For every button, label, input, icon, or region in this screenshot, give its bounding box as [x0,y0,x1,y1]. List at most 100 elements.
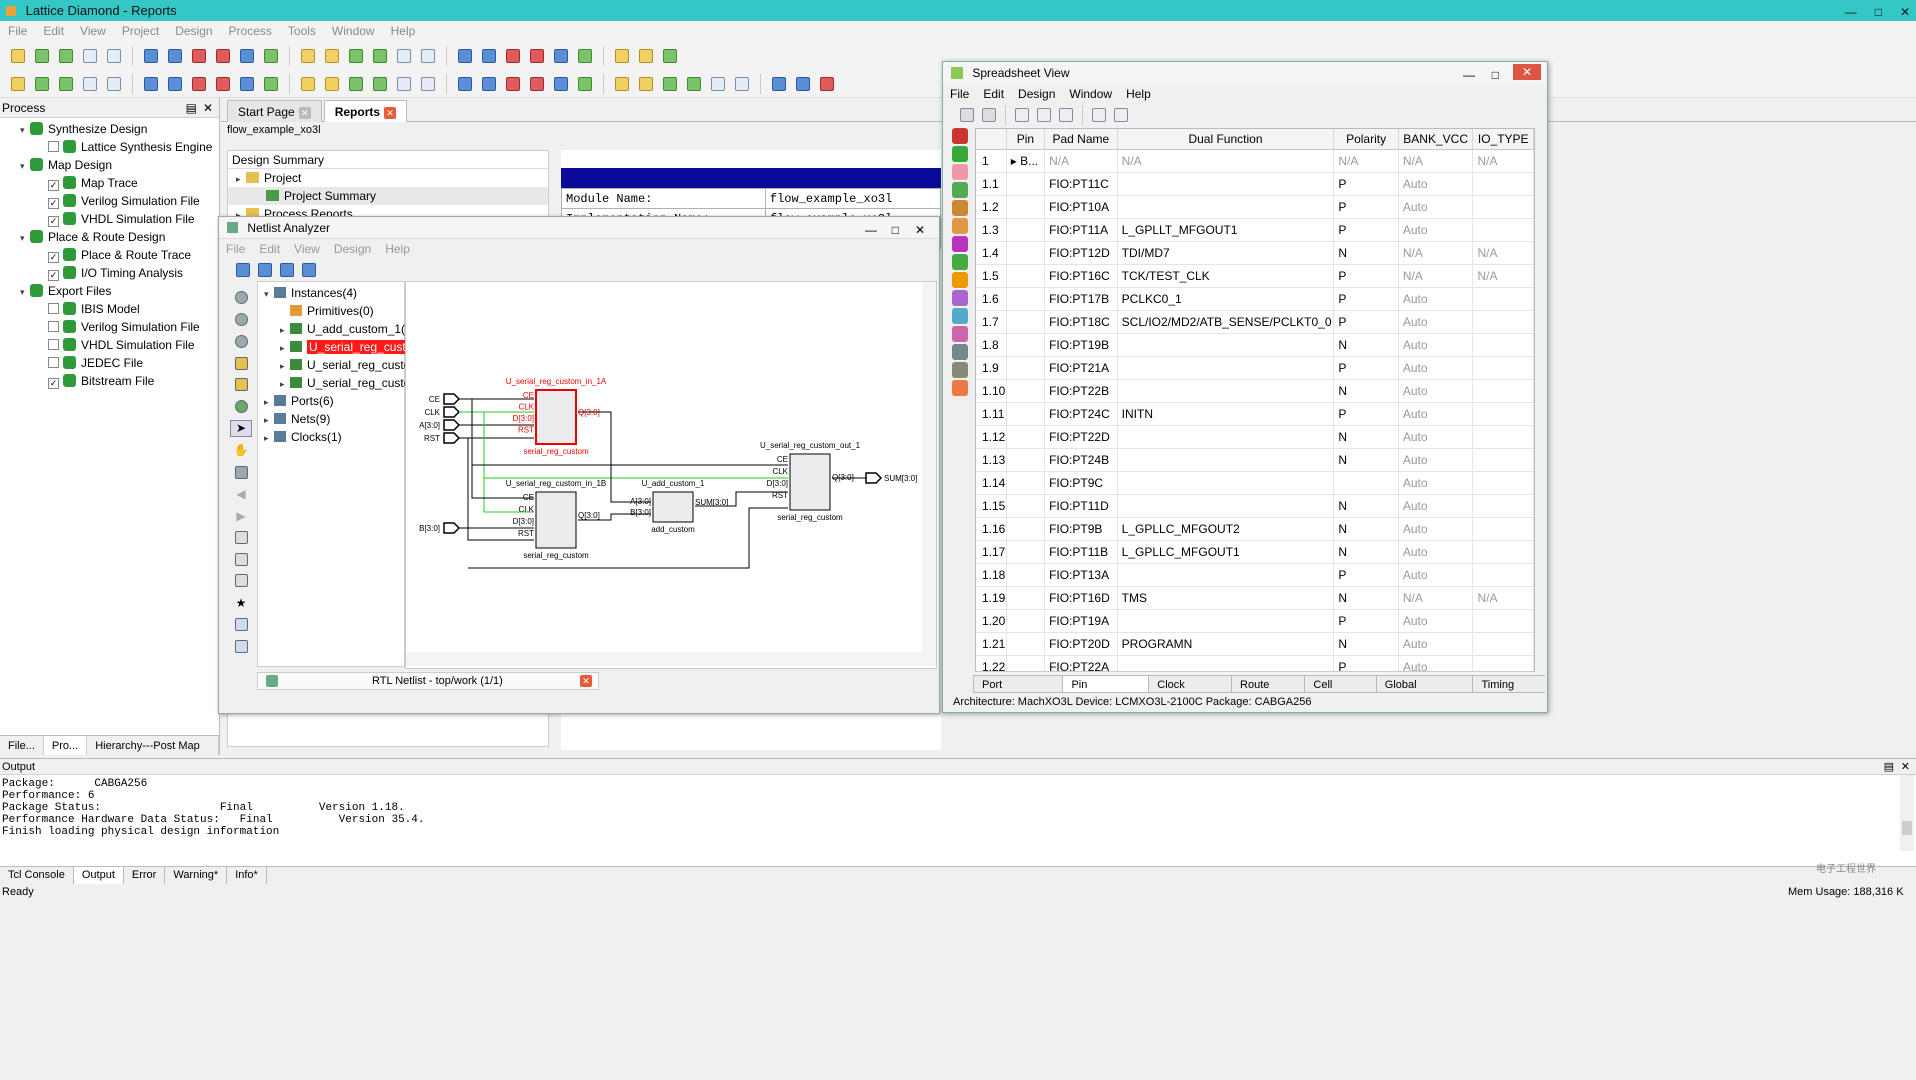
column-header[interactable]: IO_TYPE [1472,129,1534,150]
expand-arrow-icon[interactable]: ▸ [280,339,290,357]
row2-tool-icon[interactable] [165,74,185,94]
save-icon[interactable] [957,105,977,125]
sheet-tab[interactable]: Timing Prefer [1472,675,1545,693]
table-cell[interactable] [1472,425,1534,449]
close-icon[interactable]: ✕ [1901,759,1910,775]
column-header[interactable]: Pad Name [1044,129,1118,150]
schematic-block[interactable] [789,453,831,511]
table-cell[interactable]: N/A [1398,264,1474,288]
table-cell[interactable]: Auto [1398,402,1474,426]
output-scrollbar[interactable] [1900,775,1914,851]
table-cell[interactable] [1006,563,1046,587]
row2-tool-icon[interactable] [612,74,632,94]
row1-tool-icon[interactable] [455,46,475,66]
view-icon[interactable] [952,200,968,216]
tool-icon[interactable] [230,550,252,568]
table-cell[interactable]: Auto [1398,609,1474,633]
table-cell[interactable]: Auto [1398,310,1474,334]
table-cell[interactable]: N/A [1472,149,1534,173]
table-row[interactable]: 1.8 FIO:PT19B N Auto [976,333,1534,357]
table-cell[interactable]: 1.9 [976,356,1007,380]
panel-tab[interactable]: Hierarchy---Post Map Resou... [87,736,219,772]
spreadsheet-menu-help[interactable]: Help [1119,84,1158,104]
row2-tool-icon[interactable] [141,74,161,94]
table-cell[interactable] [1117,494,1335,518]
row1-tool-icon[interactable] [237,46,257,66]
row2-tool-icon[interactable] [213,74,233,94]
netlist-tree-item[interactable]: ▸ Nets(9) [258,410,404,428]
table-cell[interactable]: 1.18 [976,563,1007,587]
row1-tool-icon[interactable] [32,46,52,66]
menu-view[interactable]: View [72,21,114,42]
table-row[interactable]: 1.17 FIO:PT11B L_GPLLC_MFGOUT1 N Auto [976,540,1534,564]
netlist-menu-view[interactable]: View [287,239,327,259]
table-cell[interactable] [1472,379,1534,403]
table-row[interactable]: 1.2 FIO:PT10A P Auto [976,195,1534,219]
copy-icon[interactable] [1034,105,1054,125]
process-item[interactable]: Verilog Simulation File [0,318,219,336]
expand-arrow-icon[interactable]: ▾ [264,285,274,303]
row2-tool-icon[interactable] [32,74,52,94]
output-tab[interactable]: Output [73,867,124,884]
close-icon[interactable]: ✕ [203,98,213,118]
view-icon[interactable] [952,290,968,306]
table-cell[interactable] [1472,471,1534,495]
view-icon[interactable] [952,146,968,162]
sheet-tab[interactable]: Route Priority [1231,675,1306,693]
expand-arrow-icon[interactable]: ▸ [264,411,274,429]
table-cell[interactable]: L_GPLLC_MFGOUT2 [1117,517,1335,541]
tool-icon[interactable] [230,463,252,481]
table-cell[interactable]: N/A [1117,149,1335,173]
expand-arrow-icon[interactable]: ▸ [280,321,290,339]
column-header[interactable]: BANK_VCC [1398,129,1474,150]
row2-tool-icon[interactable] [732,74,752,94]
view-icon[interactable] [952,218,968,234]
netlist-tree-item[interactable]: Primitives(0) [258,302,404,320]
row2-tool-icon[interactable] [370,74,390,94]
table-cell[interactable]: FIO:PT24C [1044,402,1118,426]
schematic-canvas[interactable]: CE CLK A[3:0] RST B[3:0] U_serial_reg_custom_… [405,281,937,669]
row1-tool-icon[interactable] [213,46,233,66]
table-cell[interactable]: ▸ B... [1006,149,1046,173]
minimize-button[interactable]: — [1845,2,1857,23]
spreadsheet-menu-design[interactable]: Design [1011,84,1062,104]
table-cell[interactable]: N [1333,448,1399,472]
table-row[interactable]: 1.1 FIO:PT11C P Auto [976,172,1534,196]
panel-tab[interactable]: Pro... [43,736,88,755]
view-icon[interactable] [952,128,968,144]
maximize-button[interactable]: □ [892,219,899,241]
checkbox[interactable]: ✓ [48,252,59,263]
table-row[interactable]: 1.20 FIO:PT19A P Auto [976,609,1534,633]
schematic-vscroll[interactable] [922,282,936,652]
table-cell[interactable]: N [1333,540,1399,564]
table-cell[interactable]: N/A [1333,149,1399,173]
process-item[interactable]: ✓ VHDL Simulation File [0,210,219,228]
view-icon[interactable] [952,182,968,198]
checkbox[interactable] [48,339,59,350]
table-cell[interactable]: Auto [1398,425,1474,449]
table-row[interactable]: 1.18 FIO:PT13A P Auto [976,563,1534,587]
row2-tool-icon[interactable] [817,74,837,94]
close-button[interactable]: ✕ [915,219,925,241]
minimize-button[interactable]: — [865,219,877,241]
table-cell[interactable]: P [1333,563,1399,587]
table-cell[interactable]: FIO:PT16D [1044,586,1118,610]
table-row[interactable]: 1.15 FIO:PT11D N Auto [976,494,1534,518]
table-row[interactable]: 1.12 FIO:PT22D N Auto [976,425,1534,449]
table-cell[interactable] [1117,172,1335,196]
process-item[interactable]: JEDEC File [0,354,219,372]
table-cell[interactable] [1472,517,1534,541]
netlist-tree-item[interactable]: ▸ U_serial_reg_custo... [258,374,420,392]
menu-tools[interactable]: Tools [280,21,324,42]
table-cell[interactable]: 1.11 [976,402,1007,426]
table-cell[interactable]: N/A [1398,241,1474,265]
row1-tool-icon[interactable] [322,46,342,66]
table-cell[interactable] [1117,471,1335,495]
output-tab[interactable]: Warning* [165,867,228,884]
netlist-footer-tab[interactable]: RTL Netlist - top/work (1/1) ✕ [257,672,599,690]
table-cell[interactable]: N [1333,425,1399,449]
table-cell[interactable]: 1.17 [976,540,1007,564]
row2-tool-icon[interactable] [527,74,547,94]
table-cell[interactable] [1117,425,1335,449]
schematic-hscroll[interactable] [406,652,936,666]
